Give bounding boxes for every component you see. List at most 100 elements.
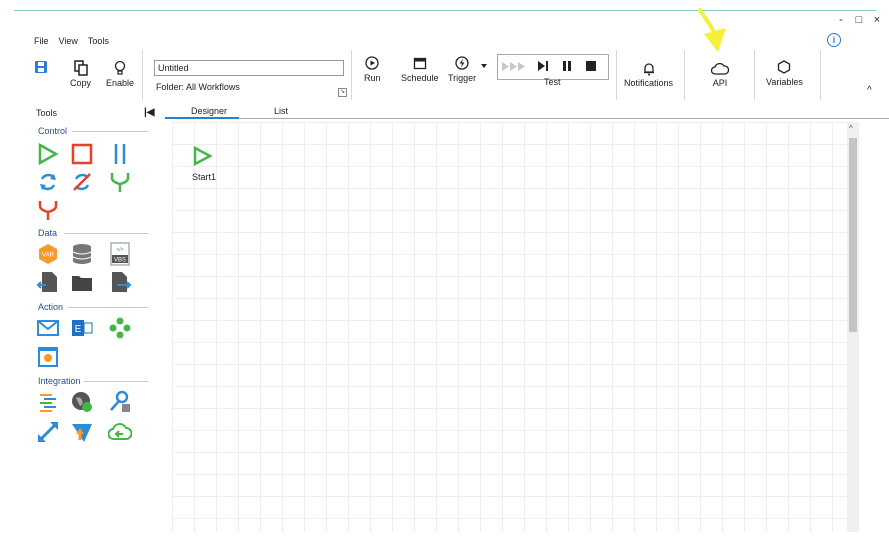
trigger-dropdown-button[interactable] xyxy=(481,64,487,68)
save-button[interactable] xyxy=(34,60,48,74)
bell-icon xyxy=(643,63,654,76)
menu-view[interactable]: View xyxy=(59,36,78,46)
section-action: Action xyxy=(38,302,64,312)
menu-file[interactable]: File xyxy=(34,36,49,46)
test-label: Test xyxy=(544,77,561,87)
lightbulb-icon xyxy=(114,60,126,75)
parallel-tool-icon[interactable] xyxy=(108,142,132,166)
tab-designer[interactable]: Designer xyxy=(191,106,227,116)
minimize-button[interactable]: - xyxy=(835,14,847,26)
folder-value: All Workflows xyxy=(186,82,240,92)
ribbon-separator xyxy=(820,50,821,100)
folder-tool-icon[interactable] xyxy=(70,270,94,294)
fast-forward-icon[interactable] xyxy=(502,62,528,71)
run-button[interactable]: Run xyxy=(364,56,381,83)
collapse-panel-icon[interactable]: |◀ xyxy=(144,107,155,118)
scroll-up-chevron-icon[interactable]: ^ xyxy=(849,124,853,133)
active-tab-indicator xyxy=(165,117,239,119)
stop-tool-icon[interactable] xyxy=(70,142,94,166)
step-forward-icon[interactable] xyxy=(538,61,548,71)
highlight-arrow-icon xyxy=(698,8,726,52)
folder-label: Folder: xyxy=(156,82,185,92)
section-divider xyxy=(68,307,148,308)
variables-button[interactable]: Variables xyxy=(766,60,803,87)
web-service-tool-icon[interactable] xyxy=(70,390,94,414)
api-button[interactable]: API xyxy=(711,62,729,88)
list-tool-icon[interactable] xyxy=(36,390,60,414)
start-tool-icon[interactable] xyxy=(36,142,60,166)
loop-tool-icon[interactable] xyxy=(36,170,60,194)
section-divider xyxy=(84,381,148,382)
start-node-icon xyxy=(193,146,212,166)
tools-title: Tools xyxy=(36,108,58,118)
ribbon-separator xyxy=(684,50,685,100)
branch-tool-icon[interactable] xyxy=(108,170,132,194)
email-tool-icon[interactable] xyxy=(36,316,60,340)
window-controls: - □ × xyxy=(835,14,883,26)
run-label: Run xyxy=(364,73,381,83)
copy-label: Copy xyxy=(70,78,92,88)
key-tool-icon[interactable] xyxy=(108,390,132,414)
calendar-icon xyxy=(413,57,426,70)
tab-underline xyxy=(165,118,889,119)
break-loop-tool-icon[interactable] xyxy=(70,170,94,194)
designer-canvas[interactable] xyxy=(172,122,847,532)
expand-arrows-tool-icon[interactable] xyxy=(36,420,60,444)
play-circle-icon xyxy=(365,56,379,70)
merge-tool-icon[interactable] xyxy=(36,198,60,222)
start-node-label: Start1 xyxy=(192,172,217,182)
exchange-tool-icon[interactable]: E xyxy=(70,316,94,340)
svg-text:</>: </> xyxy=(116,247,123,253)
ribbon-separator xyxy=(351,50,352,100)
lightning-circle-icon xyxy=(455,56,469,70)
start-node[interactable]: Start1 xyxy=(192,146,216,182)
section-data: Data xyxy=(38,228,58,238)
stop-icon[interactable] xyxy=(586,61,596,71)
ribbon-separator xyxy=(754,50,755,100)
trigger-label: Trigger xyxy=(448,73,477,83)
schedule-button[interactable]: Schedule xyxy=(401,56,439,83)
enable-button[interactable]: Enable xyxy=(106,60,134,88)
collapse-ribbon-chevron-up-icon[interactable]: ^ xyxy=(867,85,872,96)
ribbon-toolbar: Copy Enable Untitled Folder: All Workflo… xyxy=(14,50,886,102)
menu-tools[interactable]: Tools xyxy=(88,36,109,46)
run-program-tool-icon[interactable] xyxy=(36,345,60,369)
svg-text:VBS: VBS xyxy=(114,258,126,264)
api-label: API xyxy=(712,78,728,88)
variable-tool-icon[interactable]: VAR xyxy=(36,242,60,266)
info-icon[interactable]: i xyxy=(827,33,841,47)
svg-text:E: E xyxy=(75,324,82,335)
cloud-download-tool-icon[interactable] xyxy=(108,420,132,444)
view-tabs: Designer List xyxy=(165,104,889,120)
maximize-button[interactable]: □ xyxy=(853,14,865,26)
save-icon xyxy=(35,61,47,73)
workflow-tool-icon[interactable] xyxy=(108,316,132,340)
window-top-border xyxy=(14,10,876,11)
pause-icon[interactable] xyxy=(562,61,572,71)
close-button[interactable]: × xyxy=(871,14,883,26)
import-file-tool-icon[interactable] xyxy=(36,270,60,294)
notifications-button[interactable]: Notifications xyxy=(624,62,673,88)
workflow-title-input[interactable]: Untitled xyxy=(154,60,344,76)
tab-list[interactable]: List xyxy=(274,106,288,116)
copy-icon xyxy=(73,60,88,76)
database-tool-icon[interactable] xyxy=(70,242,94,266)
menu-bar: File View Tools xyxy=(34,36,109,46)
ribbon-separator xyxy=(616,50,617,100)
vbscript-tool-icon[interactable]: </> VBS xyxy=(108,242,132,266)
hexagon-icon xyxy=(778,60,791,74)
section-control: Control xyxy=(38,126,68,136)
trigger-button[interactable]: Trigger xyxy=(448,56,476,83)
scrollbar-thumb[interactable] xyxy=(849,138,857,332)
ribbon-separator xyxy=(142,50,143,100)
upload-tool-icon[interactable] xyxy=(70,420,94,444)
cloud-icon xyxy=(711,62,729,75)
section-divider xyxy=(64,233,148,234)
export-file-tool-icon[interactable] xyxy=(108,270,132,294)
chevron-down-icon xyxy=(481,64,487,68)
variables-label: Variables xyxy=(766,77,803,87)
expand-icon[interactable]: ↘ xyxy=(338,88,347,97)
vertical-scrollbar[interactable]: ^ xyxy=(847,122,859,532)
svg-text:VAR: VAR xyxy=(42,253,55,259)
copy-button[interactable]: Copy xyxy=(70,60,91,88)
